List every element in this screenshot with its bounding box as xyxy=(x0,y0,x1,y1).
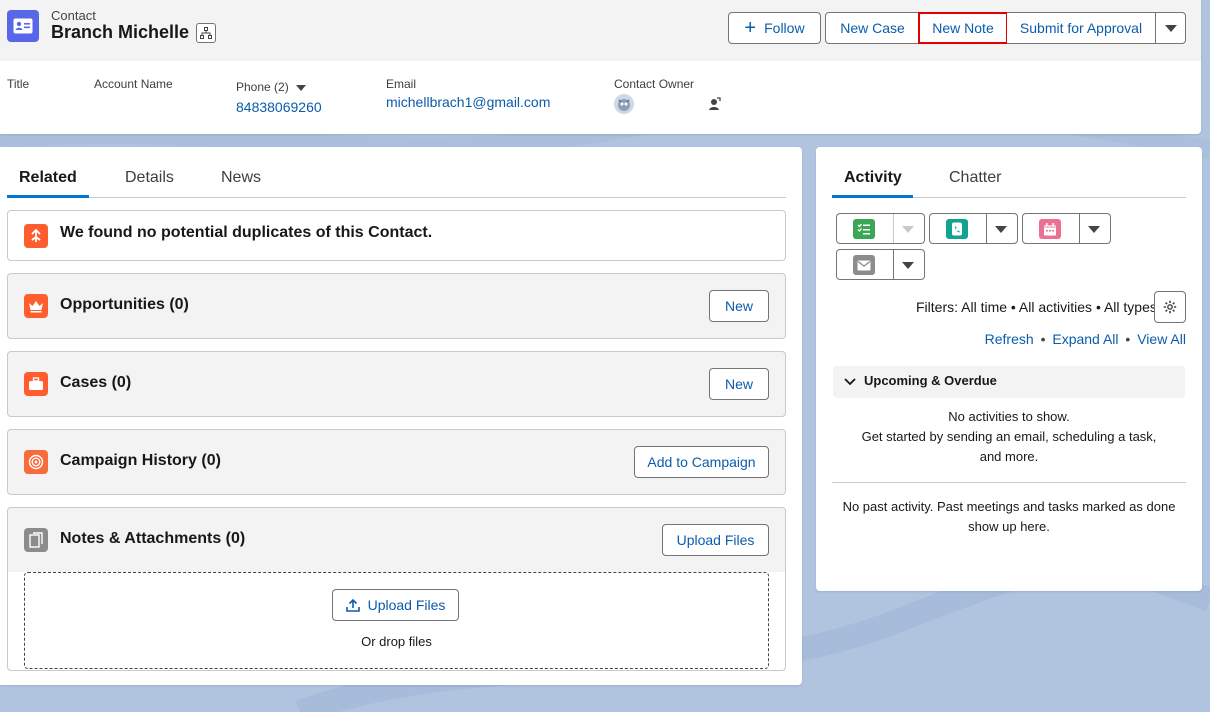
opportunities-section: Opportunities (0) New xyxy=(7,273,786,339)
email-field-label: Email xyxy=(386,77,417,91)
call-dropdown-icon[interactable] xyxy=(995,226,1007,233)
duplicates-text: We found no potential duplicates of this… xyxy=(60,224,433,241)
tab-activity[interactable]: Activity xyxy=(844,169,902,187)
related-panel: Related Details News We found no potenti… xyxy=(0,147,802,685)
target-icon xyxy=(24,450,48,474)
duplicates-notice: We found no potential duplicates of this… xyxy=(7,210,786,261)
new-event-button[interactable] xyxy=(1022,213,1111,244)
tab-related[interactable]: Related xyxy=(19,169,77,187)
chevron-down-icon xyxy=(1164,24,1177,32)
tab-news[interactable]: News xyxy=(221,169,261,187)
send-email-button[interactable] xyxy=(836,249,925,280)
upload-icon xyxy=(345,598,360,612)
activity-active-tab-indicator xyxy=(832,195,913,198)
more-actions-button[interactable] xyxy=(1155,12,1186,44)
expand-all-link[interactable]: Expand All xyxy=(1052,331,1118,347)
activity-links: Refresh • Expand All • View All xyxy=(985,331,1186,347)
activity-panel: Activity Chatter Filters: All time • All… xyxy=(816,147,1202,591)
duplicate-icon xyxy=(24,224,48,248)
contact-icon xyxy=(7,10,39,42)
upcoming-overdue-title: Upcoming & Overdue xyxy=(864,373,997,388)
chevron-down-icon xyxy=(844,378,856,386)
campaign-history-title[interactable]: Campaign History (0) xyxy=(60,452,221,470)
crown-icon xyxy=(24,294,48,318)
link-separator: • xyxy=(1040,331,1046,347)
upload-files-header-button[interactable]: Upload Files xyxy=(662,524,769,556)
notes-attachments-section: Notes & Attachments (0) Upload Files Upl… xyxy=(7,507,786,671)
drop-files-text: Or drop files xyxy=(361,634,432,649)
hierarchy-button[interactable] xyxy=(196,23,216,43)
follow-label: Follow xyxy=(764,20,805,36)
link-separator: • xyxy=(1125,331,1131,347)
refresh-link[interactable]: Refresh xyxy=(985,331,1034,347)
email-icon xyxy=(853,255,875,275)
upcoming-overdue-header[interactable]: Upcoming & Overdue xyxy=(833,366,1185,398)
cases-section: Cases (0) New xyxy=(7,351,786,417)
get-started-text: Get started by sending an email, schedul… xyxy=(861,429,1157,464)
plus-icon: + xyxy=(744,17,757,39)
phone-label-text: Phone (2) xyxy=(236,80,289,94)
owner-avatar[interactable] xyxy=(614,94,634,114)
task-split-divider xyxy=(893,214,894,243)
active-tab-indicator xyxy=(7,195,89,198)
record-header: Contact Branch Michelle + Follow New Cas… xyxy=(0,0,1201,134)
email-split-divider xyxy=(893,250,894,279)
activity-divider xyxy=(832,482,1186,483)
new-opportunity-button[interactable]: New xyxy=(709,290,769,322)
follow-button[interactable]: + Follow xyxy=(728,12,821,44)
event-split-divider xyxy=(1079,214,1080,243)
phone-dropdown-icon xyxy=(296,84,307,91)
task-icon xyxy=(853,219,875,239)
title-field-label: Title xyxy=(7,77,30,91)
submit-for-approval-button[interactable]: Submit for Approval xyxy=(1007,12,1156,44)
file-icon xyxy=(24,528,48,552)
tab-details[interactable]: Details xyxy=(125,169,174,187)
notes-attachments-title[interactable]: Notes & Attachments (0) xyxy=(60,530,245,548)
phone-icon xyxy=(946,219,968,239)
record-name: Branch Michelle xyxy=(51,22,190,42)
filter-settings-button[interactable] xyxy=(1154,291,1186,323)
phone-field-label[interactable]: Phone (2) xyxy=(236,80,307,94)
hierarchy-icon xyxy=(200,27,212,39)
upload-files-label: Upload Files xyxy=(367,597,446,613)
new-note-button[interactable]: New Note xyxy=(918,12,1008,44)
past-activity-text: No past activity. Past meetings and task… xyxy=(842,499,1176,534)
new-note-label: New Note xyxy=(932,20,994,36)
submit-for-approval-label: Submit for Approval xyxy=(1019,20,1143,36)
opportunities-title[interactable]: Opportunities (0) xyxy=(60,296,189,314)
campaign-history-section: Campaign History (0) Add to Campaign xyxy=(7,429,786,495)
no-activities-text: No activities to show. xyxy=(948,409,1070,424)
call-split-divider xyxy=(986,214,987,243)
new-case-related-button[interactable]: New xyxy=(709,368,769,400)
account-name-field-label: Account Name xyxy=(94,77,173,91)
new-case-label: New Case xyxy=(840,20,905,36)
event-dropdown-icon[interactable] xyxy=(1088,226,1100,233)
gear-icon xyxy=(1163,300,1177,314)
calendar-icon xyxy=(1039,219,1061,239)
email-dropdown-icon[interactable] xyxy=(902,262,914,269)
briefcase-icon xyxy=(24,372,48,396)
contact-owner-field-label: Contact Owner xyxy=(614,77,695,91)
change-owner-icon[interactable] xyxy=(706,96,722,112)
file-dropzone[interactable]: Upload Files Or drop files xyxy=(24,572,769,669)
cases-title[interactable]: Cases (0) xyxy=(60,374,131,392)
phone-link[interactable]: 84838069260 xyxy=(236,99,322,115)
notes-body: Upload Files Or drop files xyxy=(8,572,785,670)
view-all-link[interactable]: View All xyxy=(1137,331,1186,347)
task-dropdown-icon[interactable] xyxy=(902,226,914,233)
object-type-label: Contact xyxy=(51,8,96,23)
log-call-button[interactable] xyxy=(929,213,1018,244)
tab-chatter[interactable]: Chatter xyxy=(949,169,1001,187)
new-task-button[interactable] xyxy=(836,213,925,244)
email-link[interactable]: michellbrach1@gmail.com xyxy=(386,94,550,110)
upcoming-empty-state: No activities to show. Get started by se… xyxy=(833,407,1185,467)
tabs-divider xyxy=(7,197,786,198)
add-to-campaign-button[interactable]: Add to Campaign xyxy=(634,446,769,478)
avatar-icon xyxy=(618,99,630,111)
filters-summary: Filters: All time • All activities • All… xyxy=(916,299,1157,315)
upload-files-button[interactable]: Upload Files xyxy=(332,589,459,621)
new-case-button[interactable]: New Case xyxy=(825,12,920,44)
